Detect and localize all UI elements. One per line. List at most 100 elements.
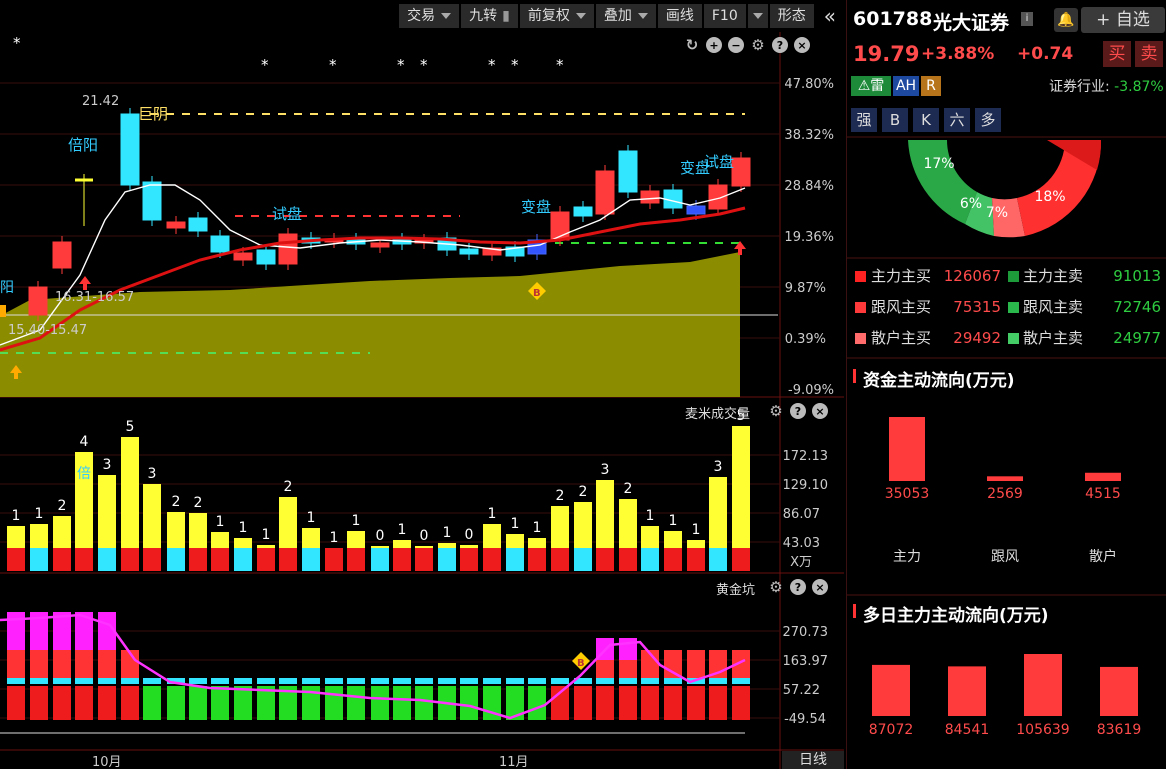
donut-label: 7% [986,205,1008,221]
support-area [0,252,740,397]
kline-chart[interactable]: * * * * * * * * * 21.42 倍阳 巨阴 试盘 变盘 变盘 试… [0,0,844,769]
quick-button-strong[interactable]: 强 [851,108,877,132]
volume-base-bar [664,548,682,571]
volume-base-bar [98,548,116,571]
quick-button-six[interactable]: 六 [944,108,970,132]
volume-bar-label: 3 [148,466,157,482]
industry-info[interactable]: 证券行业: -3.87% [1049,76,1164,96]
ah-tag[interactable]: AH [893,76,919,96]
volume-bar [506,534,524,548]
gold-top-bar [121,678,139,684]
flow-sell-value: 24977 [1113,329,1161,347]
signal-star: * [261,56,269,74]
period-button[interactable]: 日线 [782,751,844,769]
volume-bar [234,538,252,548]
volume-base-bar [528,548,546,571]
help-icon[interactable]: ? [790,403,806,419]
info-icon[interactable]: i [1021,12,1033,26]
volume-bar-label: 1 [488,506,497,522]
thunder-tag[interactable]: ⚠雷 [851,76,891,96]
refresh-icon[interactable]: ↻ [684,36,700,54]
capital-flow-bar [889,417,925,481]
volume-bar-label: 1 [330,530,339,546]
gold-top-bar [619,678,637,684]
close-icon[interactable]: × [812,403,828,419]
buy-button[interactable]: 买 [1103,41,1131,67]
signal-star: * [511,56,519,74]
add-watchlist-button[interactable]: + 自选 [1081,7,1165,33]
volume-bar [302,528,320,548]
shipan-label-2: 试盘 [704,153,734,171]
volume-bar-label: 1 [352,513,361,529]
flow-buy-value: 75315 [953,298,1001,316]
gold-red-bar [30,650,48,678]
up-arrow-icon [79,276,91,290]
quick-button-b[interactable]: B [882,108,908,132]
help-icon[interactable]: ? [772,37,788,53]
gold-top-bar [709,678,727,684]
gold-top-bar [371,678,389,684]
volume-base-bar [393,548,411,571]
volume-base-bar [438,548,456,571]
volume-base-bar [234,548,252,571]
gear-icon[interactable]: ⚙ [768,402,784,420]
gold-red-bar [75,650,93,678]
bell-icon[interactable]: 🔔 [1054,8,1078,32]
gold-top-bar [211,678,229,684]
gold-pit-bar [143,686,161,720]
gold-top-bar [393,678,411,684]
volume-bar-label: 1 [692,522,701,538]
volume-bar-label: 1 [262,527,271,543]
volume-panel-title: 麦米成交量 [685,407,751,422]
volume-bar [619,499,637,548]
quick-button-k[interactable]: K [913,108,939,132]
gold-y-label: 163.97 [783,654,829,669]
gold-y-label: 57.22 [783,683,820,698]
gear-icon[interactable]: ⚙ [768,578,784,596]
r-tag[interactable]: R [921,76,941,96]
beiyang-label: 倍阳 [68,136,98,154]
gold-top-bar [641,678,659,684]
main-sell-swatch [1008,271,1019,282]
volume-bar-label: 4 [80,434,89,450]
signal-star: * [420,56,428,74]
volume-bar-label: 0 [465,527,474,543]
candle-body [256,249,276,265]
zoom-in-icon[interactable]: + [706,37,722,53]
close-icon[interactable]: × [812,579,828,595]
gold-pit-bars [7,612,750,720]
flow-sell-label: 散户主卖 [1023,329,1084,347]
volume-bar-label: 1 [443,525,452,541]
capital-flow-value: 35053 [885,486,930,502]
volume-bar [7,526,25,548]
gold-pit-bar [619,686,637,720]
flow-buy-label: 主力主买 [871,267,932,285]
candle-body [188,217,208,232]
change-value: +0.74 [1017,44,1074,64]
gold-pit-bar [53,686,71,720]
volume-base-bar [189,548,207,571]
volume-bar [371,546,389,548]
multi-day-title: 多日主力主动流向(万元) [863,606,1049,626]
volume-bars [7,426,750,571]
volume-panel-controls: ⚙ ? × [768,402,828,420]
close-icon[interactable]: × [794,37,810,53]
zoom-out-icon[interactable]: − [728,37,744,53]
gear-icon[interactable]: ⚙ [750,36,766,54]
main-buy-swatch [855,271,866,282]
volume-bar [641,526,659,548]
capital-flow-label: 主力 [893,549,921,565]
candle-body [210,235,230,253]
gold-top-bar [415,678,433,684]
quick-button-multi[interactable]: 多 [975,108,1001,132]
gold-top-bar [30,678,48,684]
help-icon[interactable]: ? [790,579,806,595]
chart-area[interactable]: 交易 九转 ▮ 前复权 叠加 画线 F10 形态 « * * * * * * *… [0,0,844,769]
multi-day-bar [872,664,910,716]
volume-bar [211,532,229,548]
gold-top-bar [325,678,343,684]
gold-pit-bar [371,686,389,720]
sell-button[interactable]: 卖 [1135,41,1163,67]
signal-stars: * * * * * * * * * [13,34,564,74]
gold-pit-bar [98,686,116,720]
